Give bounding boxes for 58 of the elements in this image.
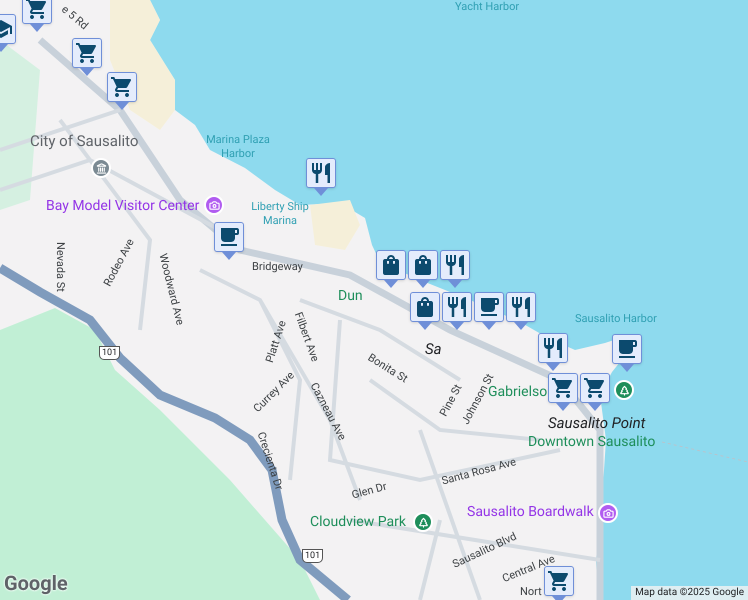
- map-marker[interactable]: [612, 334, 642, 372]
- tree-icon: [618, 384, 630, 396]
- map-label: Cloudview Park: [310, 513, 406, 532]
- map-label: City of Sausalito: [30, 131, 138, 152]
- map-marker[interactable]: [107, 72, 137, 110]
- map-marker[interactable]: [580, 373, 610, 411]
- cutlery-icon: [541, 336, 565, 360]
- cart-icon: [547, 569, 571, 593]
- map-marker[interactable]: [22, 0, 52, 32]
- map-label: Sausalito Boardwalk: [467, 503, 594, 522]
- tree-icon: [418, 516, 428, 528]
- map-label: Dun: [338, 287, 363, 306]
- highway-shield: 101: [99, 346, 120, 360]
- map-label: Filbert Ave: [290, 310, 323, 364]
- map-label: e 5 Rd: [58, 2, 92, 34]
- map-marker[interactable]: [410, 292, 440, 330]
- map-label: Sa: [425, 339, 442, 360]
- map-marker[interactable]: [306, 158, 336, 196]
- map-marker[interactable]: [442, 292, 472, 330]
- map-label: Yacht Harbor: [455, 0, 520, 14]
- map-marker[interactable]: [548, 373, 578, 411]
- map-label: Glen Dr: [350, 478, 389, 504]
- map-attribution: Map data ©2025 Google: [631, 586, 748, 600]
- cart-icon: [25, 0, 49, 21]
- map-marker[interactable]: [538, 333, 568, 371]
- camera-icon: [602, 508, 614, 518]
- map-marker[interactable]: [72, 38, 102, 76]
- cutlery-icon: [443, 253, 467, 277]
- map-marker[interactable]: [474, 292, 504, 330]
- map-marker[interactable]: [544, 566, 574, 600]
- map-label: Platt Ave: [262, 318, 290, 366]
- cutlery-icon: [509, 295, 533, 319]
- map-marker[interactable]: [440, 250, 470, 288]
- cart-icon: [583, 376, 607, 400]
- map-label: Nort: [520, 584, 542, 600]
- map-logo: Google: [4, 570, 68, 597]
- camera-icon: [208, 200, 220, 210]
- cart-icon: [75, 41, 99, 65]
- cart-icon: [110, 75, 134, 99]
- cutlery-icon: [445, 295, 469, 319]
- map-label: Sausalito Point: [548, 413, 646, 434]
- map-label: Gabrielso: [488, 384, 548, 402]
- highway-shield: 101: [302, 549, 324, 563]
- cart-icon: [551, 376, 575, 400]
- map-label: Bridgeway: [252, 259, 303, 275]
- map-marker[interactable]: [214, 222, 244, 260]
- map-label: Marina Plaza Harbor: [205, 133, 271, 160]
- map-marker[interactable]: [408, 250, 438, 288]
- map-label: Santa Rosa Ave: [440, 454, 518, 490]
- map-label: Liberty Ship Marina: [250, 200, 310, 228]
- museum-icon: [96, 162, 106, 174]
- cutlery-icon: [309, 161, 333, 185]
- map-label: Nevada St: [53, 242, 68, 292]
- map-marker[interactable]: [506, 292, 536, 330]
- map-label: Sausalito Harbor: [575, 312, 657, 326]
- map-label: Bay Model Visitor Center: [46, 197, 200, 216]
- map-label: Pine St: [436, 382, 464, 419]
- map-marker[interactable]: [376, 250, 406, 288]
